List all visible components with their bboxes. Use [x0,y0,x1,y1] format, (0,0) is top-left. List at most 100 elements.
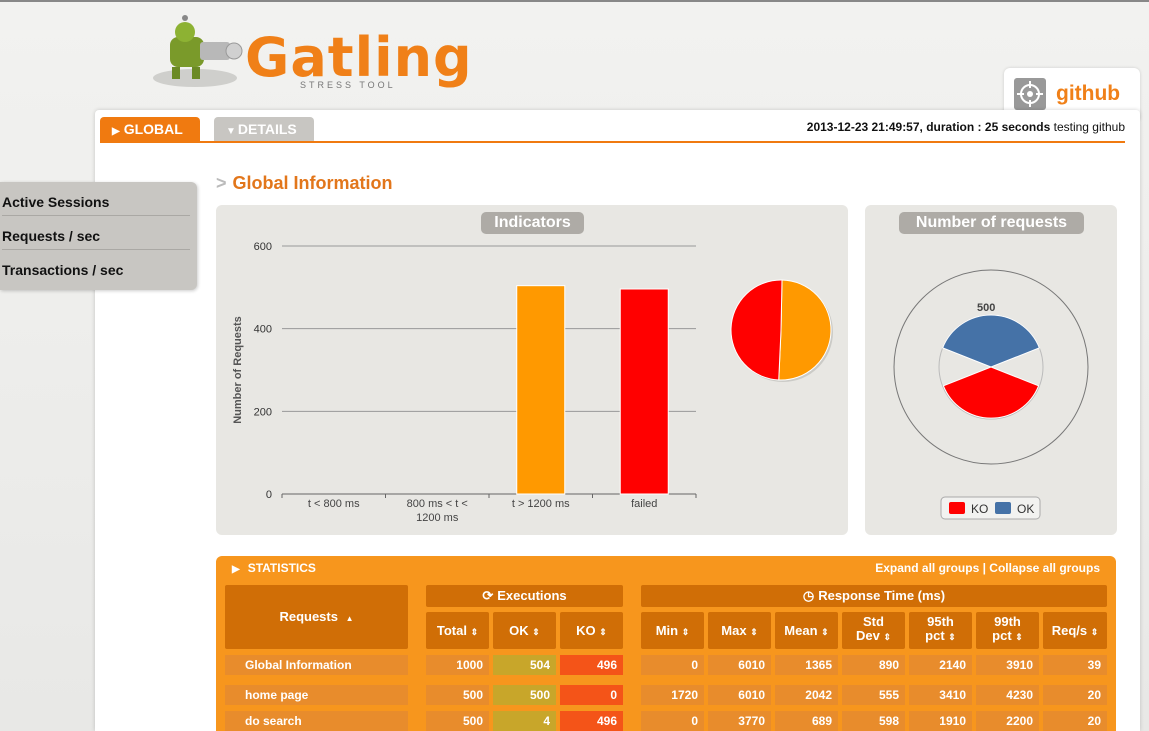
polar-max-label: 500 [977,302,995,314]
cell-ok: 504 [493,655,556,675]
col-p99-label-2: pct [992,628,1012,643]
cell-min: 1720 [641,685,704,705]
sort-asc-icon: ▲ [345,614,354,623]
window-top-border [0,0,1149,2]
cell-mean: 689 [775,711,838,731]
row-name: do search [225,711,408,731]
bar-2 [516,285,566,495]
group-header-response-time: ◷ Response Time (ms) [641,585,1107,607]
col-header-requests[interactable]: Requests ▲ [225,585,408,649]
y-axis-label: Number of Requests [232,316,244,424]
tab-global-label: GLOBAL [123,121,183,137]
col-header-max[interactable]: Max ⇕ [708,612,771,649]
sort-icon: ⇕ [599,627,607,637]
cell-max: 3770 [708,711,771,731]
y-tick-label: 0 [266,489,272,501]
sort-icon: ⇕ [532,627,540,637]
sort-icon: ⇕ [821,627,829,637]
col-header-p99[interactable]: 99th pct ⇕ [976,612,1039,649]
cell-p99: 4230 [976,685,1039,705]
cell-total: 1000 [426,655,489,675]
group-links: Expand all groups | Collapse all groups [875,561,1100,575]
col-max-label: Max [721,623,747,638]
bar-3 [619,288,669,495]
col-header-ko[interactable]: KO ⇕ [560,612,623,649]
links-separator: | [982,561,986,575]
indicators-panel: Indicators 0 200 400 600 Number of Requests t… [216,205,848,535]
sidebar: Active Sessions Requests / sec Transacti… [0,182,197,290]
pie-slice-1 [730,279,783,381]
triangle-right-icon: ▶ [112,126,120,137]
cell-max: 6010 [708,655,771,675]
cell-std-dev: 555 [842,685,905,705]
col-header-total[interactable]: Total ⇕ [426,612,489,649]
col-p95-label-1: 95th [927,614,954,629]
sort-icon: ⇕ [1015,632,1023,642]
clock-icon: ◷ [802,588,815,603]
sidebar-item-active-sessions[interactable]: Active Sessions [2,182,190,216]
cell-p99: 2200 [976,711,1039,731]
legend-label-ko: KO [971,502,988,516]
requests-polar-chart: 500 KO OK [893,269,1089,520]
statistics-title[interactable]: ▶ STATISTICS [232,561,316,575]
col-header-mean[interactable]: Mean ⇕ [775,612,838,649]
cell-reqs: 39 [1043,655,1107,675]
cell-p95: 1910 [909,711,972,731]
x-tick-label: 800 ms < t < [407,498,468,510]
cell-total: 500 [426,711,489,731]
cell-ko: 496 [560,655,623,675]
y-tick-label: 400 [254,324,272,336]
col-p99-label-1: 99th [994,614,1021,629]
cell-p99: 3910 [976,655,1039,675]
col-std-label-1: Std [863,614,884,629]
col-header-ok[interactable]: OK ⇕ [493,612,556,649]
cell-ok: 500 [493,685,556,705]
col-min-label: Min [655,623,679,638]
gatling-mascot-icon [153,15,243,87]
y-tick-label: 600 [254,241,272,253]
cell-std-dev: 890 [842,655,905,675]
gatling-logo: Gatling STRESS TOOL [150,12,472,92]
sidebar-item-requests-per-sec[interactable]: Requests / sec [2,216,190,250]
col-header-reqs[interactable]: Req/s ⇕ [1043,612,1107,649]
cell-reqs: 20 [1043,711,1107,731]
col-p95-label-2: pct [925,628,945,643]
col-header-min[interactable]: Min ⇕ [641,612,704,649]
legend-label-ok: OK [1017,502,1034,516]
sort-icon: ⇕ [750,627,758,637]
group-response-time-label: Response Time (ms) [818,588,946,603]
cell-ko: 496 [560,711,623,731]
x-tick-label: failed [631,498,657,510]
y-tick-label: 200 [254,406,272,418]
sidebar-item-transactions-per-sec[interactable]: Transactions / sec [2,250,190,284]
cell-std-dev: 598 [842,711,905,731]
sort-icon: ⇕ [470,627,479,637]
row-name: home page [225,685,408,705]
col-header-p95[interactable]: 95th pct ⇕ [909,612,972,649]
col-header-std-dev[interactable]: Std Dev ⇕ [842,612,905,649]
cell-reqs: 20 [1043,685,1107,705]
x-tick-label: t > 1200 ms [512,498,570,510]
sort-icon: ⇕ [948,632,956,642]
legend-swatch-ok [995,502,1011,514]
sort-icon: ⇕ [883,632,892,642]
cell-mean: 2042 [775,685,838,705]
cell-ko: 0 [560,685,623,705]
run-duration-label: , duration : [919,120,982,134]
sort-icon: ⇕ [681,627,690,637]
collapse-all-groups-link[interactable]: Collapse all groups [989,561,1100,575]
refresh-icon: ⟳ [482,588,494,603]
statistics-title-text: STATISTICS [247,561,316,575]
group-header-executions: ⟳ Executions [426,585,623,607]
group-executions-label: Executions [497,588,567,603]
tab-global[interactable]: ▶ GLOBAL [100,117,200,141]
triangle-right-icon: ▶ [232,564,240,575]
tab-details[interactable]: ▼ DETAILS [214,117,314,141]
logo-subtitle: STRESS TOOL [300,80,396,90]
expand-all-groups-link[interactable]: Expand all groups [875,561,979,575]
legend-swatch-ko [949,502,965,514]
section-title-text: Global Information [232,173,393,193]
polar-wedge-ok [942,314,1040,368]
polar-wedge-ko [942,366,1040,419]
section-title: > Global Information [216,173,393,194]
